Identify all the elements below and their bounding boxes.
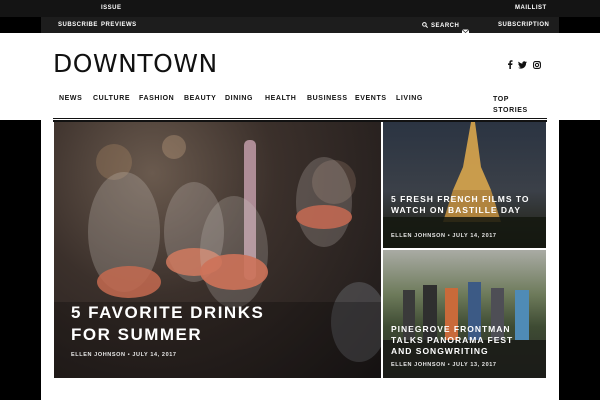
nav-item-business[interactable]: BUSINESS — [307, 95, 348, 102]
nav-item-events[interactable]: EVENTS — [355, 95, 387, 102]
site-logo[interactable]: DOWNTOWN — [53, 49, 218, 78]
search-link[interactable]: SEARCH — [422, 22, 459, 29]
pinegrove-meta: ELLEN JOHNSON • JULY 13, 2017 — [391, 362, 497, 368]
subscribe-link[interactable]: SUBSCRIBE — [58, 22, 98, 28]
page-bottom — [41, 378, 559, 400]
nav-item-living[interactable]: LIVING — [396, 95, 423, 102]
pinegrove-date: JULY 13, 2017 — [452, 362, 497, 368]
facebook-icon[interactable] — [507, 56, 513, 74]
nav-item-beauty[interactable]: BEAUTY — [184, 95, 216, 102]
featured-card-pinegrove[interactable]: PINEGROVE FRONTMAN TALKS PANORAMA FEST A… — [383, 250, 546, 378]
band-photo — [383, 282, 546, 378]
previews-link[interactable]: PREVIEWS — [101, 22, 137, 28]
nav-item-dining[interactable]: DINING — [225, 95, 253, 102]
nav-item-news[interactable]: NEWS — [59, 95, 82, 102]
films-author[interactable]: ELLEN JOHNSON — [391, 233, 446, 239]
nav-item-fashion[interactable]: FASHION — [139, 95, 174, 102]
featured-card-main[interactable]: 5 FAVORITE DRINKS FOR SUMMER ELLEN JOHNS… — [54, 122, 381, 378]
films-date: JULY 14, 2017 — [452, 233, 497, 239]
header-margin-right — [559, 33, 600, 120]
featured-author[interactable]: ELLEN JOHNSON — [71, 352, 126, 358]
pinegrove-author[interactable]: ELLEN JOHNSON — [391, 362, 446, 368]
issue-link[interactable]: ISSUE — [101, 5, 122, 11]
instagram-icon[interactable] — [533, 56, 541, 74]
featured-card-films[interactable]: 5 FRESH FRENCH FILMS TO WATCH ON BASTILL… — [383, 122, 546, 248]
nav-item-health[interactable]: HEALTH — [265, 95, 296, 102]
twitter-icon[interactable] — [518, 56, 527, 74]
search-icon — [422, 22, 428, 28]
eiffel-photo — [383, 122, 546, 248]
featured-meta: ELLEN JOHNSON • JULY 14, 2017 — [71, 352, 177, 358]
maillist-link[interactable]: MAILLIST — [515, 5, 547, 11]
films-meta: ELLEN JOHNSON • JULY 14, 2017 — [391, 233, 497, 239]
secondary-bar: SUBSCRIBE PREVIEWS SEARCH SUBSCRIPTION — [41, 17, 559, 35]
films-title[interactable]: 5 FRESH FRENCH FILMS TO WATCH ON BASTILL… — [391, 194, 531, 216]
pinegrove-title[interactable]: PINEGROVE FRONTMAN TALKS PANORAMA FEST A… — [391, 324, 531, 357]
header-margin-left — [0, 33, 41, 120]
featured-title[interactable]: 5 FAVORITE DRINKS FOR SUMMER — [71, 302, 301, 346]
featured-date: JULY 14, 2017 — [132, 352, 177, 358]
subscription-link[interactable]: SUBSCRIPTION — [498, 22, 549, 28]
top-bar: ISSUE MAILLIST — [0, 0, 600, 17]
search-label: SEARCH — [431, 23, 460, 29]
nav-item-culture[interactable]: CULTURE — [93, 95, 130, 102]
nav-item-top-stories[interactable]: TOP STORIES — [493, 94, 533, 116]
nav-divider — [53, 118, 547, 119]
